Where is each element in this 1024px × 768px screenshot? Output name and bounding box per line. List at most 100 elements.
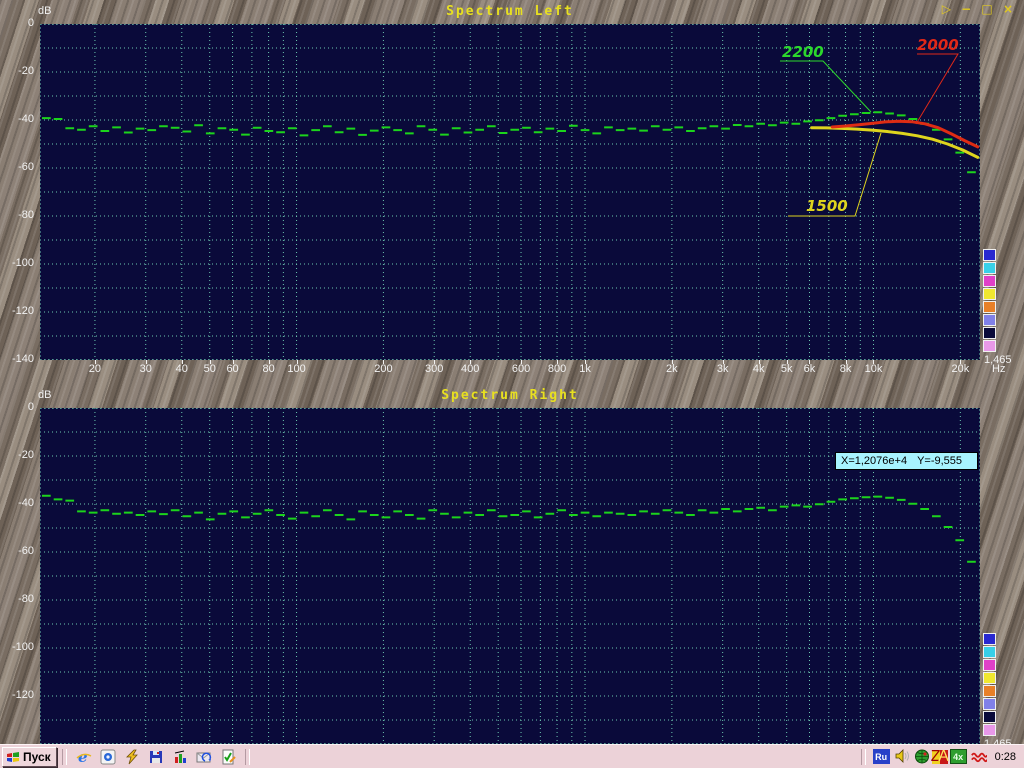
palette-swatch-1[interactable]	[983, 646, 996, 658]
x-tick-label: 60	[213, 363, 253, 375]
y-tick-label: 0	[0, 17, 34, 29]
taskbar-left: Пуск e	[0, 745, 255, 768]
svg-text:1500: 1500	[806, 197, 848, 215]
palette-swatch-0[interactable]	[983, 249, 996, 261]
volume-icon[interactable]	[894, 749, 910, 764]
chart-title-right: Spectrum Right	[40, 388, 980, 403]
x-tick-mark	[434, 360, 435, 364]
palette-swatch-2[interactable]	[983, 275, 996, 287]
palette-swatch-0[interactable]	[983, 633, 996, 645]
x-tick-mark	[960, 360, 961, 364]
windows-logo-icon	[6, 751, 20, 763]
y-tick-label: -40	[0, 497, 34, 509]
x-tick-mark	[723, 360, 724, 364]
clock[interactable]: 0:28	[995, 751, 1016, 763]
y-tick-label: -120	[0, 305, 34, 317]
x-tick-mark	[787, 360, 788, 364]
palette-swatch-6[interactable]	[983, 327, 996, 339]
close-icon[interactable]: ×	[1003, 2, 1016, 16]
y-tick-label: -20	[0, 65, 34, 77]
x-tick-mark	[521, 360, 522, 364]
x-tick-label: 400	[450, 363, 490, 375]
chart-title-left: Spectrum Left	[40, 4, 980, 19]
palette-swatch-3[interactable]	[983, 672, 996, 684]
y-tick-label: -120	[0, 689, 34, 701]
mixer-icon[interactable]	[172, 749, 188, 765]
palette-value-label: 1,465	[984, 354, 1012, 366]
x-tick-label: 20k	[940, 363, 980, 375]
internet-explorer-icon[interactable]: e	[76, 749, 92, 765]
x-tick-mark	[146, 360, 147, 364]
desktop: ▷ − □ × Spectrum LeftdBHz2200200015000-2…	[0, 0, 1024, 768]
palette-swatch-4[interactable]	[983, 685, 996, 697]
svg-text:2200: 2200	[782, 43, 824, 61]
x-tick-mark	[672, 360, 673, 364]
x-tick-mark	[557, 360, 558, 364]
x-tick-mark	[809, 360, 810, 364]
start-label: Пуск	[23, 750, 51, 764]
x-tick-mark	[210, 360, 211, 364]
viewer-icon[interactable]	[100, 749, 116, 765]
palette-swatch-5[interactable]	[983, 698, 996, 710]
y-tick-label: -20	[0, 449, 34, 461]
x-tick-label: 10k	[853, 363, 893, 375]
palette-swatch-2[interactable]	[983, 659, 996, 671]
x-tick-mark	[585, 360, 586, 364]
y-axis-unit: dB	[38, 5, 51, 17]
x-tick-mark	[269, 360, 270, 364]
language-indicator[interactable]: Ru	[873, 749, 890, 764]
winamp-icon[interactable]	[124, 749, 140, 765]
y-tick-label: -100	[0, 257, 34, 269]
x-tick-mark	[95, 360, 96, 364]
x-tick-label: 300	[414, 363, 454, 375]
palette-swatch-4[interactable]	[983, 301, 996, 313]
y-axis-unit: dB	[38, 389, 51, 401]
x-tick-label: 600	[501, 363, 541, 375]
cursor-readout-tooltip: X=1,2076e+4 Y=-9,555	[835, 452, 978, 470]
y-tick-label: -60	[0, 161, 34, 173]
palette-swatch-7[interactable]	[983, 724, 996, 736]
x-tick-label: 100	[277, 363, 317, 375]
modem-wave-icon[interactable]	[971, 749, 987, 764]
y-tick-label: -80	[0, 593, 34, 605]
readout-y: Y=-9,555	[917, 455, 962, 467]
x-tick-label: 20	[75, 363, 115, 375]
x-tick-mark	[383, 360, 384, 364]
x-tick-label: 6k	[789, 363, 829, 375]
x-tick-label: 2k	[652, 363, 692, 375]
taskbar-separator[interactable]	[245, 749, 250, 765]
maximize-icon[interactable]: □	[981, 2, 995, 16]
x-tick-label: 3k	[703, 363, 743, 375]
x-tick-mark	[297, 360, 298, 364]
tray-separator	[861, 749, 866, 765]
save-icon[interactable]	[148, 749, 164, 765]
y-tick-label: -100	[0, 641, 34, 653]
network-globe-icon[interactable]	[914, 749, 930, 764]
trace-color-palette	[983, 633, 997, 737]
palette-swatch-6[interactable]	[983, 711, 996, 723]
palette-swatch-7[interactable]	[983, 340, 996, 352]
palette-swatch-1[interactable]	[983, 262, 996, 274]
palette-swatch-5[interactable]	[983, 314, 996, 326]
y-tick-label: -40	[0, 113, 34, 125]
start-button[interactable]: Пуск	[2, 747, 57, 767]
palette-swatch-3[interactable]	[983, 288, 996, 300]
y-tick-label: -60	[0, 545, 34, 557]
y-tick-label: -140	[0, 353, 34, 365]
x-tick-mark	[759, 360, 760, 364]
trace-color-palette	[983, 249, 997, 353]
zonealarm-icon[interactable]: Z A	[932, 750, 948, 764]
taskbar-separator[interactable]	[62, 749, 67, 765]
y-tick-label: 0	[0, 401, 34, 413]
task-check-icon[interactable]	[220, 749, 236, 765]
x-tick-label: 1k	[565, 363, 605, 375]
readout-x: X=1,2076e+4	[841, 455, 907, 467]
taskbar: Пуск e	[0, 744, 1024, 768]
mail-icon[interactable]	[196, 749, 212, 765]
x-tick-mark	[470, 360, 471, 364]
cpu-usage-icon[interactable]: 4x	[950, 749, 967, 764]
plot-area-left[interactable]: 220020001500	[40, 24, 980, 360]
y-tick-label: -80	[0, 209, 34, 221]
x-tick-mark	[233, 360, 234, 364]
x-tick-label: 30	[126, 363, 166, 375]
